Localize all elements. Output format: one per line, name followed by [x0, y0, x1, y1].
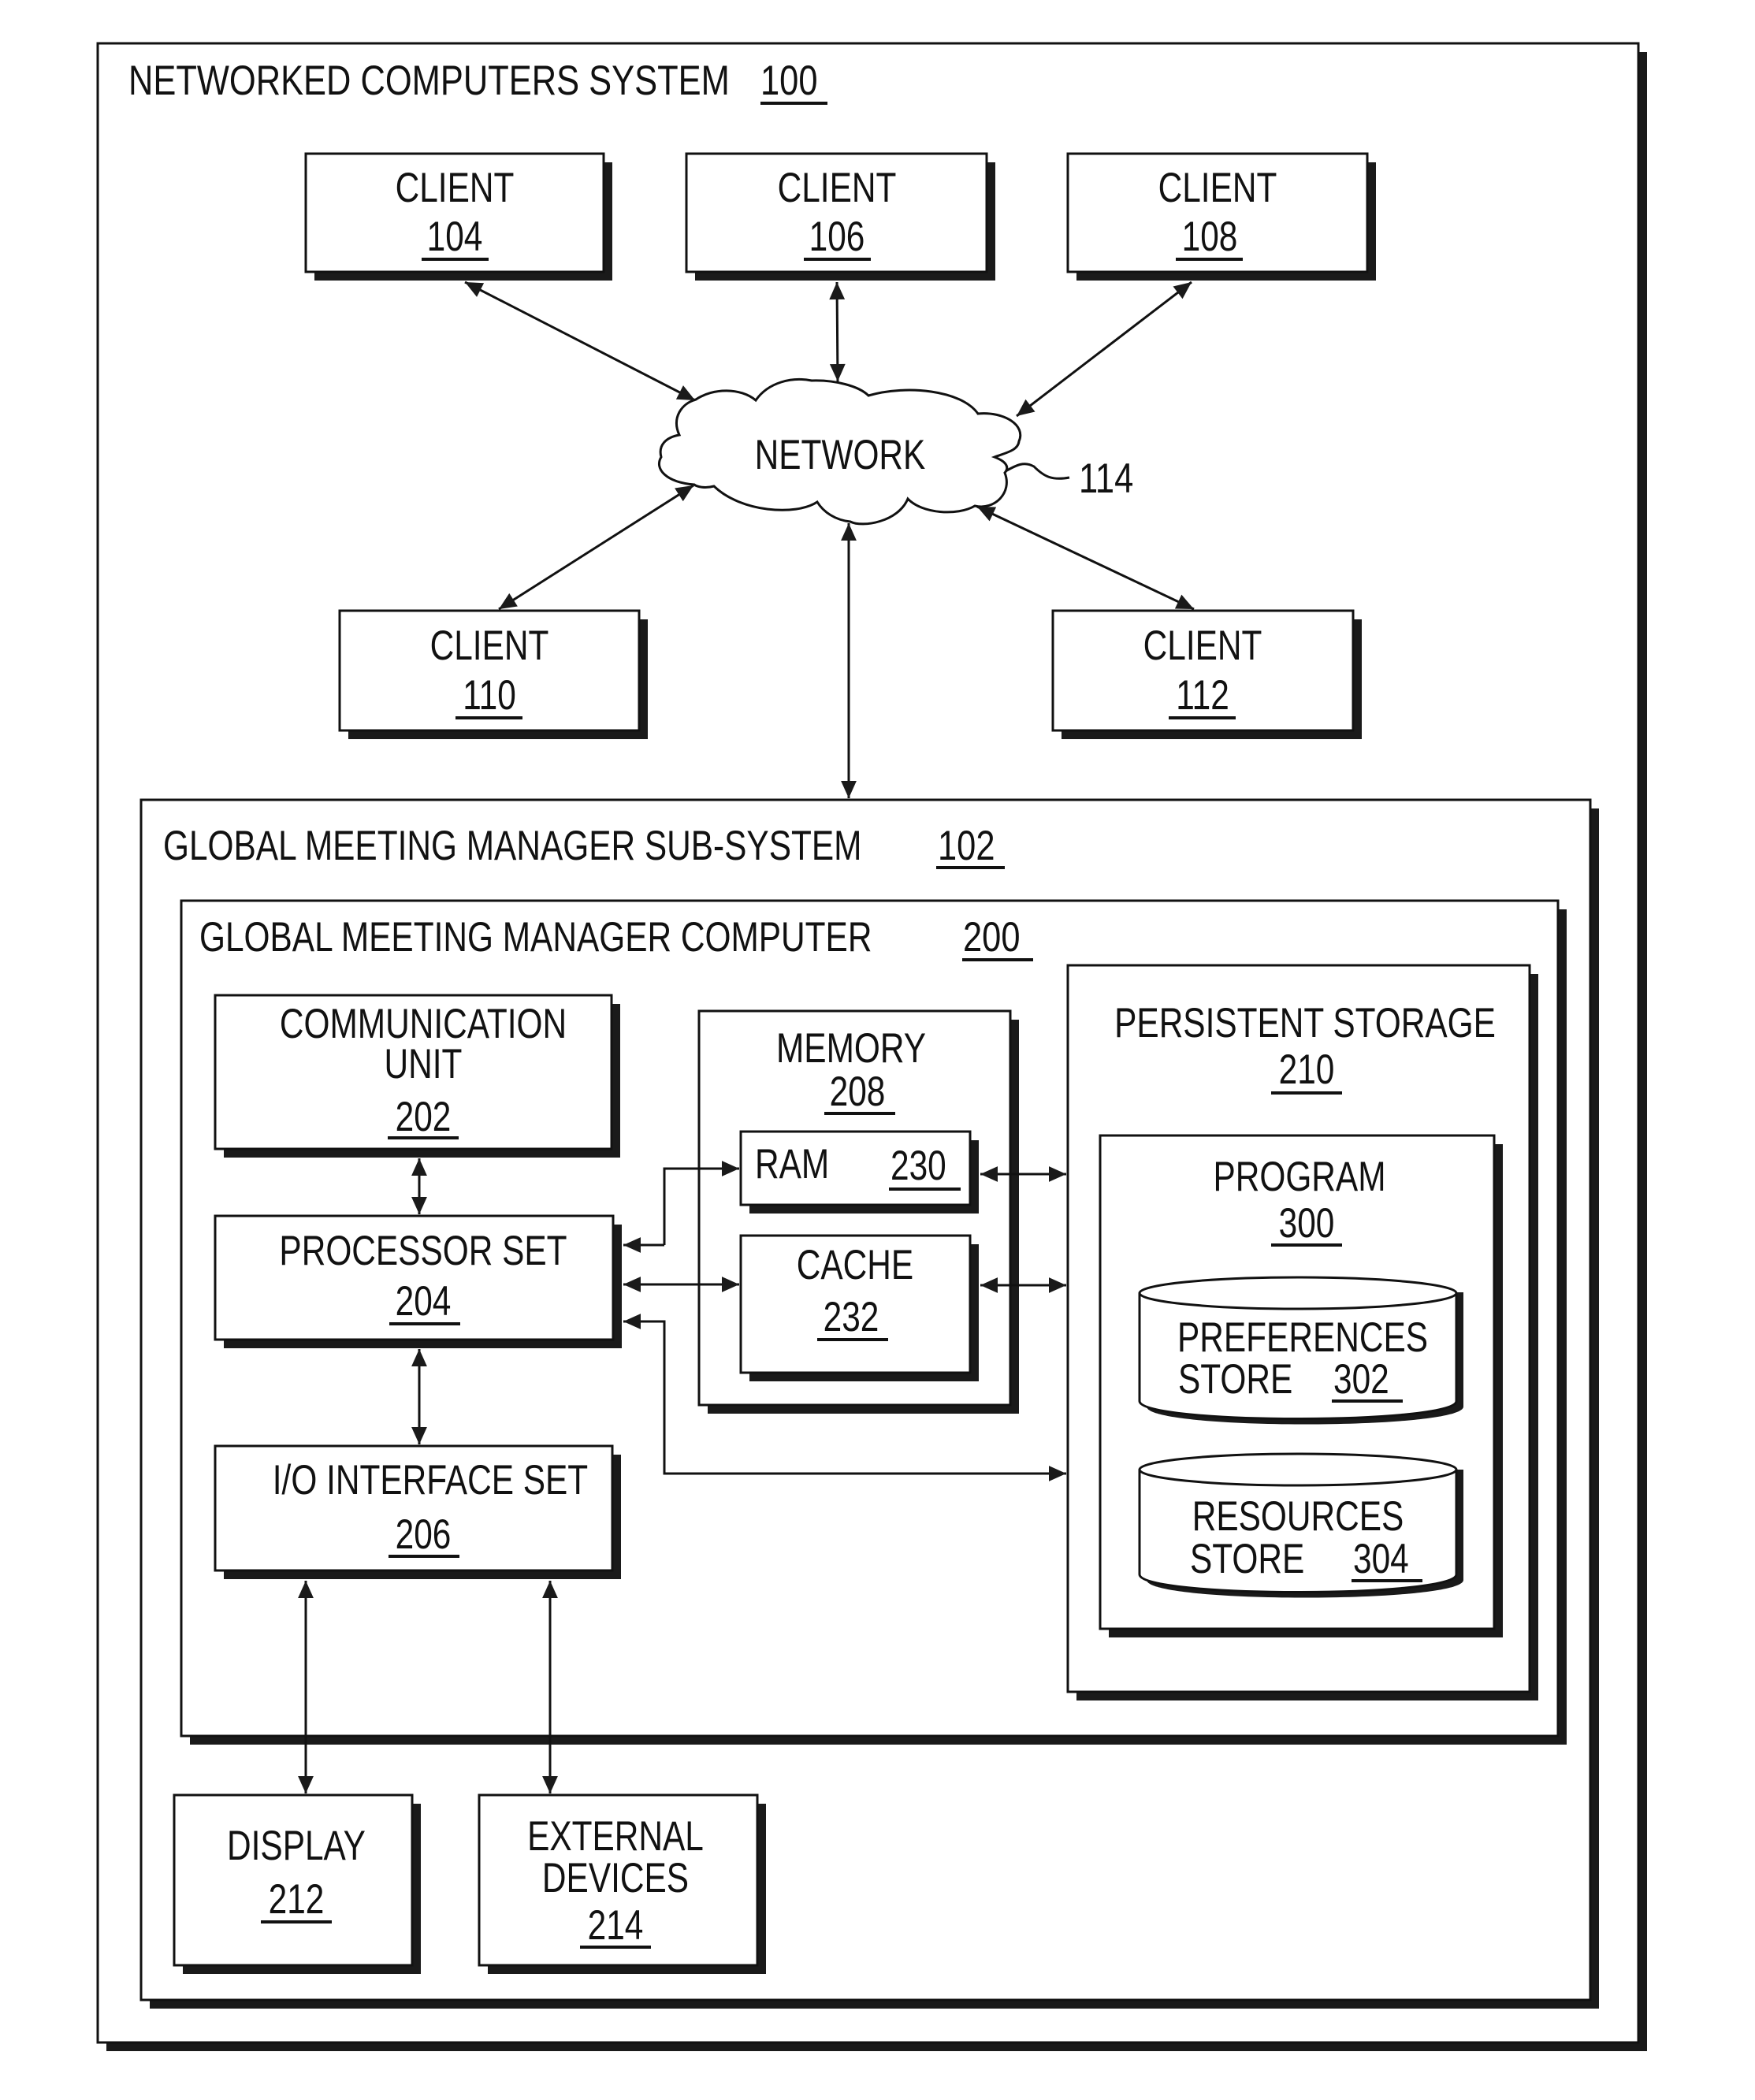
preferences-line1: PREFERENCES — [1177, 1315, 1428, 1362]
external-ref: 214 — [588, 1903, 644, 1949]
processor-label: PROCESSOR SET — [279, 1228, 567, 1275]
client-108-label: CLIENT — [1158, 165, 1277, 212]
system-title: NETWORKED COMPUTERS SYSTEM 100 — [128, 58, 827, 105]
processor-set[interactable]: PROCESSOR SET 204 — [214, 1214, 622, 1348]
cache[interactable]: CACHE 232 — [739, 1234, 979, 1381]
client-108[interactable]: CLIENT 108 — [1066, 152, 1376, 281]
ram-ref: 230 — [891, 1143, 946, 1190]
comm-unit-line2: UNIT — [385, 1042, 463, 1088]
client-104-label: CLIENT — [396, 165, 515, 212]
network-ref-number: 114 — [1079, 455, 1133, 502]
client-110[interactable]: CLIENT 110 — [338, 609, 648, 739]
client-104[interactable]: CLIENT 104 — [304, 152, 612, 281]
io-label: I/O INTERFACE SET — [273, 1458, 588, 1504]
communication-unit[interactable]: COMMUNICATION UNIT 202 — [214, 994, 620, 1158]
io-ref: 206 — [396, 1512, 452, 1559]
preferences-store[interactable]: PREFERENCES STORE 302 — [1138, 1276, 1463, 1425]
client-108-ref: 108 — [1182, 214, 1238, 261]
program-ref: 300 — [1279, 1201, 1335, 1247]
memory-label: MEMORY — [776, 1026, 926, 1072]
program-label: PROGRAM — [1213, 1154, 1385, 1201]
external-line1: EXTERNAL — [527, 1814, 704, 1860]
memory-ref: 208 — [830, 1069, 886, 1116]
persistent-label: PERSISTENT STORAGE — [1114, 1001, 1496, 1047]
client-112-ref: 112 — [1176, 673, 1229, 719]
computer-ref: 200 — [963, 914, 1020, 961]
comm-unit-ref: 202 — [396, 1095, 452, 1141]
system-ref-number: 100 — [760, 58, 817, 104]
io-interface-set[interactable]: I/O INTERFACE SET 206 — [214, 1444, 621, 1579]
system-title-text: NETWORKED COMPUTERS SYSTEM — [128, 58, 730, 104]
external-devices[interactable]: EXTERNAL DEVICES 214 — [478, 1793, 766, 1974]
client-106-ref: 106 — [809, 214, 865, 261]
preferences-ref: 302 — [1333, 1357, 1389, 1403]
processor-ref: 204 — [396, 1279, 452, 1325]
display[interactable]: DISPLAY 212 — [173, 1793, 421, 1974]
resources-cylinder-top — [1138, 1452, 1458, 1487]
client-112[interactable]: CLIENT 112 — [1051, 609, 1362, 739]
display-label: DISPLAY — [227, 1823, 366, 1870]
subsystem-ref: 102 — [938, 823, 995, 869]
arrow-client106-network — [829, 281, 846, 382]
networked-computers-diagram: NETWORKED COMPUTERS SYSTEM 100 CLIENT 10… — [96, 42, 1647, 2051]
external-line2: DEVICES — [542, 1856, 689, 1902]
client-106[interactable]: CLIENT 106 — [685, 152, 995, 281]
cache-ref: 232 — [824, 1295, 879, 1341]
ram-label: RAM — [755, 1142, 829, 1188]
cache-label: CACHE — [797, 1243, 913, 1289]
resources-store[interactable]: RESOURCES STORE 304 — [1138, 1452, 1463, 1598]
client-106-label: CLIENT — [778, 165, 897, 212]
resources-line1: RESOURCES — [1192, 1494, 1404, 1541]
ram[interactable]: RAM 230 — [739, 1130, 979, 1214]
computer-title: GLOBAL MEETING MANAGER COMPUTER — [199, 915, 872, 961]
preferences-cylinder-top — [1138, 1276, 1458, 1310]
client-110-ref: 110 — [463, 673, 516, 719]
comm-unit-line1: COMMUNICATION — [280, 1002, 567, 1048]
network-label: NETWORK — [755, 433, 926, 479]
client-112-label: CLIENT — [1143, 623, 1262, 670]
resources-ref: 304 — [1353, 1537, 1409, 1583]
resources-line2: STORE — [1190, 1537, 1304, 1583]
display-ref: 212 — [269, 1877, 325, 1923]
preferences-line2: STORE — [1178, 1357, 1292, 1403]
persistent-ref: 210 — [1279, 1047, 1335, 1094]
subsystem-title: GLOBAL MEETING MANAGER SUB-SYSTEM — [163, 823, 861, 870]
client-104-ref: 104 — [427, 214, 483, 261]
client-110-label: CLIENT — [430, 623, 549, 670]
